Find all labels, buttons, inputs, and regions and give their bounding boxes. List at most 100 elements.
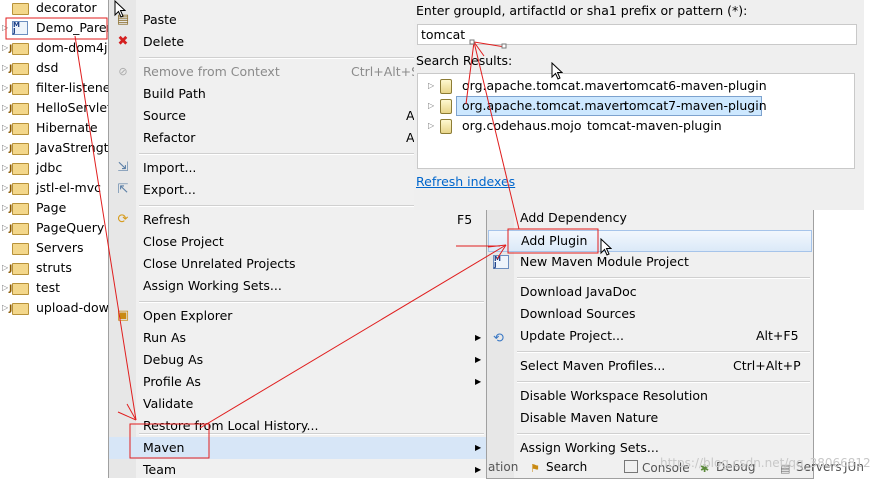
refresh-indexes-link[interactable]: Refresh indexes (416, 174, 515, 189)
menu-item-select-maven-profiles[interactable]: Select Maven Profiles... Ctrl+Alt+P (487, 355, 813, 377)
search-prompt-label: Enter groupId, artifactId or sha1 prefix… (416, 3, 748, 18)
menu-item-assign-working-sets[interactable]: Assign Working Sets... (109, 275, 487, 297)
menu-item-run-as[interactable]: Run As ▶ (109, 327, 487, 349)
search-tab-icon: ⚑ (530, 462, 540, 475)
java-project-icon: J (9, 161, 29, 175)
tree-item-javastrength[interactable]: ▷ J JavaStrength (0, 138, 108, 158)
menu-item-disable-workspace-resolution[interactable]: Disable Workspace Resolution (487, 385, 813, 407)
tree-item-test[interactable]: ▷ J test (0, 278, 108, 298)
expand-arrow-icon[interactable]: ▷ (2, 78, 8, 98)
tree-item-label: dsd (36, 60, 59, 75)
menu-item-disable-maven-nature[interactable]: Disable Maven Nature (487, 407, 813, 429)
java-project-icon: J (9, 261, 29, 275)
add-plugin-dialog: Enter groupId, artifactId or sha1 prefix… (414, 0, 864, 210)
menu-item-open-explorer[interactable]: ▣ Open Explorer (109, 305, 487, 327)
expand-arrow-icon[interactable]: ▷ (2, 298, 8, 318)
submenu-arrow-icon: ▶ (475, 355, 482, 364)
java-project-icon: J (9, 61, 29, 75)
tree-item-dom-dom4j[interactable]: ▷ J dom-dom4j (0, 38, 108, 58)
expand-arrow-icon[interactable]: ▷ (428, 96, 434, 116)
result-row-selected[interactable]: ▷ org.apache.tomcat.maven tomcat7-maven-… (424, 96, 844, 116)
menu-item-close-project[interactable]: Close Project (109, 231, 487, 253)
tree-item-jdbc[interactable]: ▷ J jdbc (0, 158, 108, 178)
tree-item-demo-parent[interactable]: ▷ MJ Demo_Paren (0, 18, 108, 38)
tree-item-servers[interactable]: Servers (0, 238, 108, 258)
tree-item-pagequery[interactable]: ▷ J PageQuery (0, 218, 108, 238)
tree-item-label: Hibernate (36, 120, 98, 135)
java-project-icon: J (9, 201, 29, 215)
menu-separator (139, 433, 484, 435)
expand-arrow-icon[interactable]: ▷ (2, 198, 8, 218)
expand-arrow-icon[interactable]: ▷ (2, 138, 8, 158)
tree-item-decorator[interactable]: decorator (0, 0, 108, 18)
java-project-icon: J (9, 301, 29, 315)
menu-item-add-plugin[interactable]: Add Plugin (488, 230, 812, 252)
mouse-cursor-icon (551, 62, 563, 80)
expand-arrow-icon[interactable]: ▷ (2, 18, 8, 38)
update-project-icon: ⟲ (493, 331, 504, 346)
tab-search[interactable]: ⚑ Search (530, 460, 587, 475)
expand-arrow-icon[interactable]: ▷ (2, 118, 8, 138)
expand-arrow-icon[interactable]: ▷ (428, 116, 434, 136)
menu-item-maven[interactable]: Maven ▶ (109, 437, 487, 459)
menu-separator (139, 301, 484, 303)
tree-item-label: Page (36, 200, 67, 215)
menu-separator (517, 277, 810, 279)
menu-item-add-dependency[interactable]: Add Dependency (487, 207, 813, 229)
java-project-icon: J (9, 221, 29, 235)
menu-item-validate[interactable]: Validate (109, 393, 487, 415)
expand-arrow-icon[interactable]: ▷ (2, 98, 8, 118)
submenu-arrow-icon: ▶ (475, 377, 482, 386)
folder-icon (12, 241, 29, 255)
folder-icon (12, 1, 29, 15)
console-icon (624, 460, 638, 473)
expand-arrow-icon[interactable]: ▷ (2, 218, 8, 238)
expand-arrow-icon[interactable]: ▷ (2, 158, 8, 178)
maven-project-icon: MJ (12, 21, 28, 35)
tree-item-filter-listener[interactable]: ▷ J filter-listene (0, 78, 108, 98)
remove-context-icon: ⊘ (118, 65, 128, 78)
expand-arrow-icon[interactable]: ▷ (2, 58, 8, 78)
java-project-icon: J (9, 101, 29, 115)
tree-item-struts[interactable]: ▷ J struts (0, 258, 108, 278)
result-row[interactable]: ▷ org.codehaus.mojo tomcat-maven-plugin (424, 116, 844, 136)
tree-item-label: struts (36, 260, 72, 275)
tree-item-label: Servers (36, 240, 84, 255)
result-row[interactable]: ▷ org.apache.tomcat.maven tomcat6-maven-… (424, 76, 844, 96)
menu-item-download-javadoc[interactable]: Download JavaDoc (487, 281, 813, 303)
project-explorer: decorator ▷ MJ Demo_Paren ▷ J dom-dom4j … (0, 0, 108, 478)
menu-item-close-unrelated-projects[interactable]: Close Unrelated Projects (109, 253, 487, 275)
menu-item-new-maven-module[interactable]: MJ New Maven Module Project (487, 251, 813, 273)
menu-separator (517, 433, 810, 435)
menu-item-profile-as[interactable]: Profile As ▶ (109, 371, 487, 393)
menu-item-update-project[interactable]: ⟲ Update Project... Alt+F5 (487, 325, 813, 347)
java-project-icon: J (9, 281, 29, 295)
tree-item-helloservlet[interactable]: ▷ J HelloServlet (0, 98, 108, 118)
tree-item-hibernate[interactable]: ▷ J Hibernate (0, 118, 108, 138)
java-project-icon: J (9, 121, 29, 135)
tree-item-page[interactable]: ▷ J Page (0, 198, 108, 218)
expand-arrow-icon[interactable]: ▷ (2, 38, 8, 58)
expand-arrow-icon[interactable]: ▷ (2, 178, 8, 198)
tree-item-label: jdbc (36, 160, 63, 175)
tree-item-dsd[interactable]: ▷ J dsd (0, 58, 108, 78)
search-results-label: Search Results: (416, 53, 513, 68)
tree-item-label: HelloServlet (36, 100, 108, 115)
open-explorer-icon: ▣ (116, 308, 130, 323)
submenu-arrow-icon: ▶ (475, 443, 482, 452)
jar-icon (440, 119, 452, 134)
expand-arrow-icon[interactable]: ▷ (428, 76, 434, 96)
tree-item-jstl-el-mvc[interactable]: ▷ J jstl-el-mvc (0, 178, 108, 198)
menu-item-debug-as[interactable]: Debug As ▶ (109, 349, 487, 371)
jar-icon (440, 99, 452, 114)
maven-module-icon: MJ (493, 255, 509, 269)
tree-item-label: dom-dom4j (36, 40, 108, 55)
expand-arrow-icon[interactable]: ▷ (2, 258, 8, 278)
expand-arrow-icon[interactable]: ▷ (2, 278, 8, 298)
menu-separator (517, 381, 810, 383)
search-input[interactable] (417, 24, 857, 45)
menu-item-refresh[interactable]: ⟳ Refresh F5 (109, 209, 487, 231)
tab-partial[interactable]: ation (488, 460, 518, 474)
tree-item-upload-download[interactable]: ▷ J upload-dow (0, 298, 108, 318)
menu-item-download-sources[interactable]: Download Sources (487, 303, 813, 325)
